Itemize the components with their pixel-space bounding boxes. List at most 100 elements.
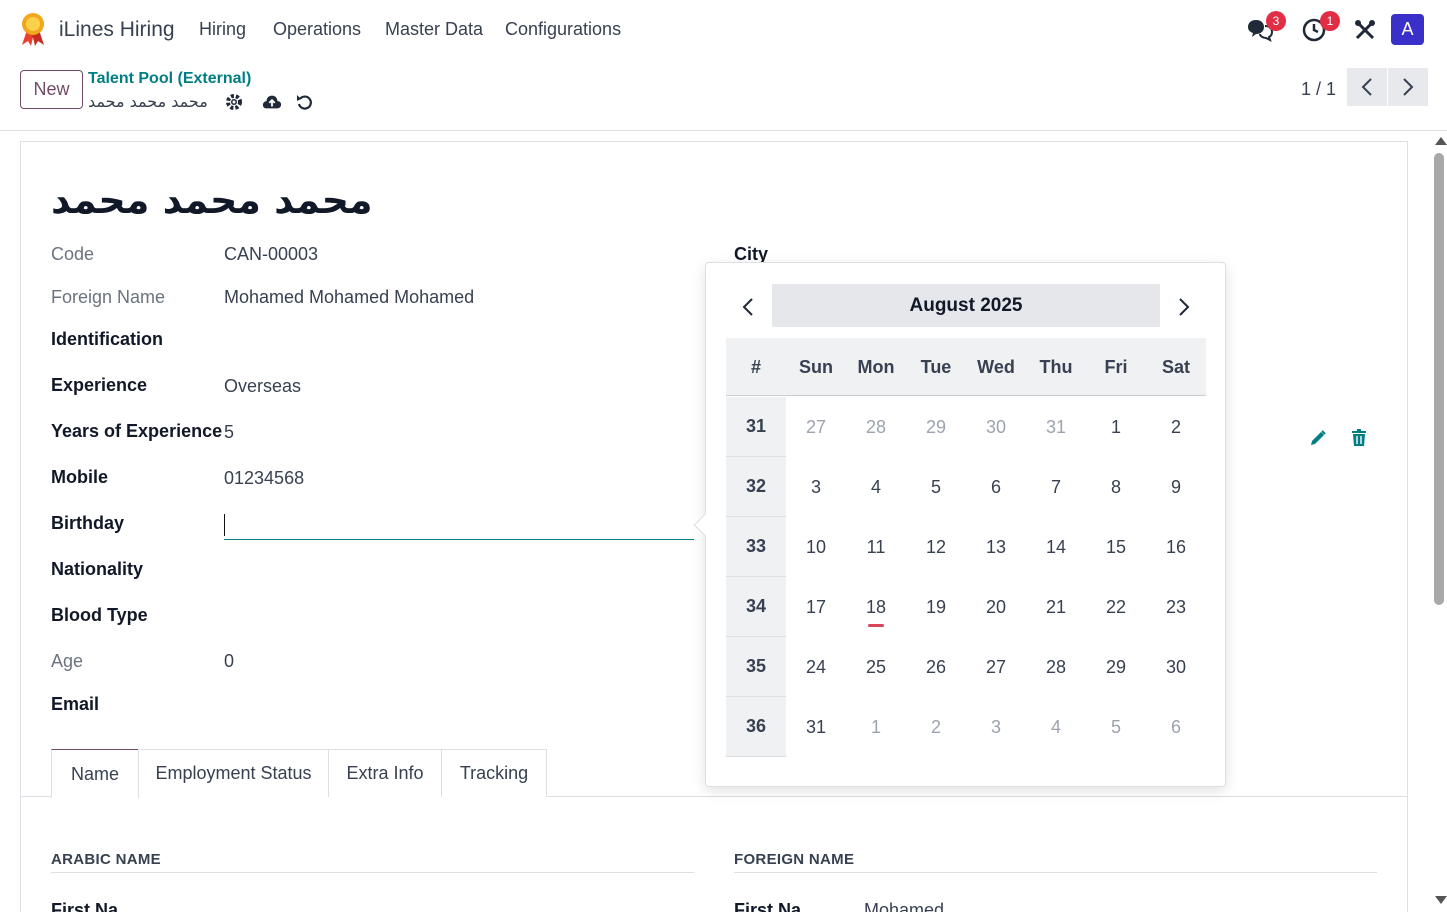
pager-previous-button[interactable] — [1347, 68, 1387, 106]
birthday-label: Birthday — [51, 513, 125, 533]
calendar-day[interactable]: 10 — [786, 517, 846, 577]
calendar-day[interactable]: 1 — [846, 697, 906, 757]
calendar-day[interactable]: 6 — [966, 457, 1026, 517]
delete-button[interactable] — [1351, 429, 1367, 452]
years-experience-label: Years of Experience — [51, 421, 223, 441]
calendar-day[interactable]: 26 — [906, 637, 966, 697]
calendar-day[interactable]: 27 — [966, 637, 1026, 697]
calendar-day[interactable]: 3 — [966, 697, 1026, 757]
new-button[interactable]: New — [20, 70, 83, 109]
previous-month-button[interactable] — [736, 295, 760, 319]
scroll-thumb[interactable] — [1434, 153, 1444, 605]
calendar-day[interactable]: 30 — [966, 397, 1026, 457]
calendar-day[interactable]: 18 — [846, 577, 906, 637]
calendar-day[interactable]: 14 — [1026, 517, 1086, 577]
tools-icon — [1355, 20, 1375, 40]
foreign-name-value: Mohamed Mohamed Mohamed — [224, 287, 475, 307]
weekday-header: Mon — [857, 356, 895, 377]
breadcrumb[interactable]: Talent Pool (External) — [88, 70, 251, 88]
mobile-field[interactable]: 01234568 — [224, 468, 304, 489]
date-picker-popover: August 2025 # Sun Mon Tue Wed Thu Fri Sat 31 27… — [693, 262, 1226, 787]
calendar-day[interactable]: 17 — [786, 577, 846, 637]
discard-button[interactable] — [295, 92, 315, 112]
calendar-day[interactable]: 6 — [1146, 697, 1206, 757]
calendar-day[interactable]: 8 — [1086, 457, 1146, 517]
tab-employment-status[interactable]: Employment Status — [138, 749, 329, 797]
pager-value[interactable]: 1 / 1 — [1301, 79, 1336, 100]
foreign-first-name-value[interactable]: Mohamed — [864, 900, 944, 912]
calendar-day[interactable]: 28 — [846, 397, 906, 457]
menu-hiring[interactable]: Hiring — [199, 19, 246, 40]
activities-badge: 1 — [1320, 11, 1340, 31]
undo-icon — [297, 95, 312, 110]
tab-extra-info[interactable]: Extra Info — [328, 749, 442, 797]
calendar-day[interactable]: 25 — [846, 637, 906, 697]
code-label: Code — [51, 244, 95, 264]
record-actions-button[interactable] — [224, 92, 244, 112]
tab-tracking[interactable]: Tracking — [441, 749, 547, 797]
calendar-day[interactable]: 24 — [786, 637, 846, 697]
next-month-button[interactable] — [1172, 295, 1196, 319]
calendar-day[interactable]: 7 — [1026, 457, 1086, 517]
calendar-day[interactable]: 27 — [786, 397, 846, 457]
years-experience-field[interactable]: 5 — [224, 422, 234, 443]
scroll-down-arrow-icon[interactable] — [1435, 896, 1447, 904]
calendar-day[interactable]: 29 — [906, 397, 966, 457]
calendar-day[interactable]: 9 — [1146, 457, 1206, 517]
calendar-day[interactable]: 2 — [1146, 397, 1206, 457]
calendar-day[interactable]: 2 — [906, 697, 966, 757]
calendar-day[interactable]: 15 — [1086, 517, 1146, 577]
control-panel: New Talent Pool (External) محمد محمد محم… — [0, 60, 1447, 131]
calendar-day[interactable]: 3 — [786, 457, 846, 517]
messages-button[interactable]: 3 — [1246, 11, 1286, 44]
month-year-button[interactable]: August 2025 — [772, 284, 1160, 327]
calendar-day[interactable]: 20 — [966, 577, 1026, 637]
foreign-name-section-title: FOREIGN NAME — [734, 851, 855, 868]
chevron-right-icon — [1179, 298, 1190, 316]
calendar-day[interactable]: 30 — [1146, 637, 1206, 697]
menu-operations[interactable]: Operations — [273, 19, 361, 40]
debug-tools-button[interactable] — [1351, 16, 1379, 44]
ribbon-logo-icon[interactable] — [19, 12, 47, 46]
calendar-day[interactable]: 13 — [966, 517, 1026, 577]
menu-master-data[interactable]: Master Data — [385, 19, 483, 40]
top-navbar: iLines Hiring Hiring Operations Master D… — [0, 0, 1447, 60]
edit-button[interactable] — [1309, 429, 1327, 452]
birthday-input[interactable] — [224, 512, 694, 540]
scroll-up-arrow-icon[interactable] — [1435, 137, 1447, 145]
calendar-day[interactable]: 4 — [846, 457, 906, 517]
calendar-day[interactable]: 31 — [1026, 397, 1086, 457]
experience-field[interactable]: Overseas — [224, 376, 301, 397]
calendar-day[interactable]: 19 — [906, 577, 966, 637]
page-scrollbar[interactable] — [1431, 131, 1447, 912]
calendar-day[interactable]: 16 — [1146, 517, 1206, 577]
calendar-day[interactable]: 29 — [1086, 637, 1146, 697]
menu-configurations[interactable]: Configurations — [505, 19, 621, 40]
calendar-day[interactable]: 4 — [1026, 697, 1086, 757]
pager-next-button[interactable] — [1388, 68, 1428, 106]
weekday-header: Sat — [1161, 356, 1190, 377]
calendar-day[interactable]: 21 — [1026, 577, 1086, 637]
calendar-day[interactable]: 1 — [1086, 397, 1146, 457]
weekday-header: Thu — [1039, 356, 1073, 377]
week-number: 33 — [726, 517, 786, 577]
foreign-name-label: Foreign Name — [51, 287, 166, 307]
app-name[interactable]: iLines Hiring — [59, 18, 175, 42]
chevron-left-icon — [1361, 78, 1372, 96]
weekday-header: Fri — [1104, 356, 1128, 377]
activities-button[interactable]: 1 — [1300, 11, 1340, 44]
save-button[interactable] — [262, 92, 282, 112]
calendar-day[interactable]: 31 — [786, 697, 846, 757]
user-avatar[interactable]: A — [1391, 14, 1424, 45]
age-value: 0 — [224, 651, 235, 671]
calendar-day[interactable]: 22 — [1086, 577, 1146, 637]
calendar-day[interactable]: 5 — [1086, 697, 1146, 757]
week-number: 32 — [726, 457, 786, 517]
calendar-day[interactable]: 23 — [1146, 577, 1206, 637]
calendar-day[interactable]: 11 — [846, 517, 906, 577]
candidate-name-heading[interactable]: محمد محمد محمد — [51, 178, 372, 222]
tab-name[interactable]: Name — [51, 749, 139, 798]
calendar-day[interactable]: 12 — [906, 517, 966, 577]
calendar-day[interactable]: 5 — [906, 457, 966, 517]
calendar-day[interactable]: 28 — [1026, 637, 1086, 697]
